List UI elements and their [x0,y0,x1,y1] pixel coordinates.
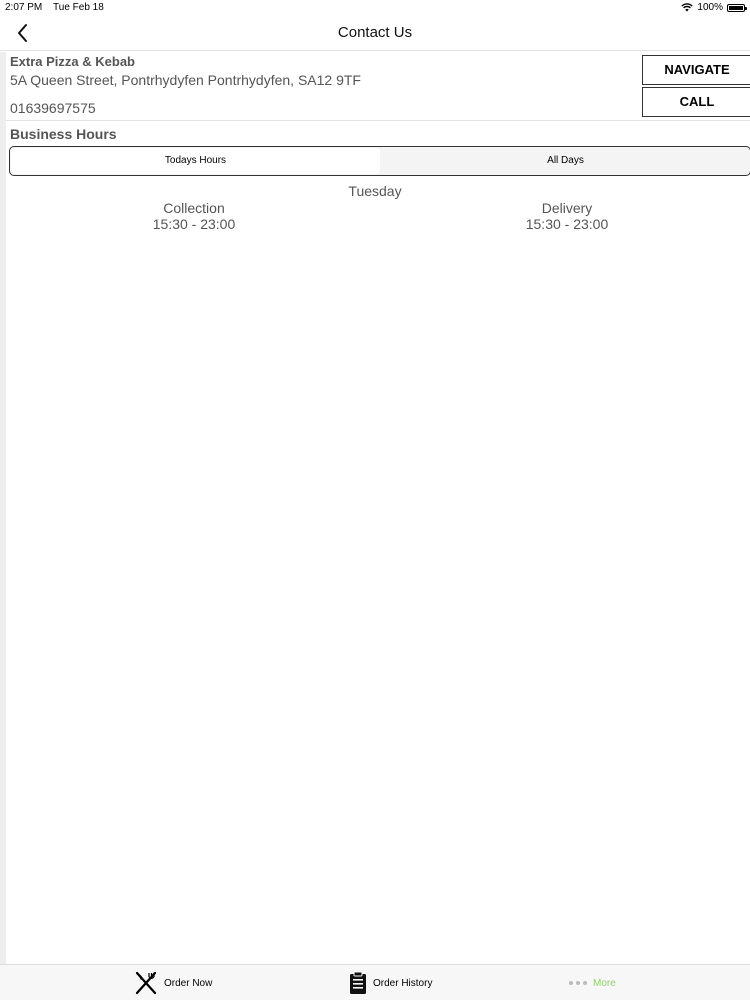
hours-segmented-control: Todays Hours All Days [9,146,750,176]
clipboard-icon [350,971,366,994]
battery-fill [729,5,743,10]
battery-icon [727,3,747,12]
status-date: Tue Feb 18 [53,2,104,13]
tab-more-label: More [593,977,616,989]
collection-time: 15:30 - 23:00 [152,216,236,232]
page-title: Contact Us [337,24,413,41]
navigate-button[interactable]: NAVIGATE [642,55,750,85]
status-bar: 2:07 PM Tue Feb 18 100% [0,0,750,16]
collection-hours: Collection 15:30 - 23:00 [94,200,294,232]
more-dots-icon [569,981,587,985]
tab-all-days[interactable]: All Days [381,147,750,175]
collection-label: Collection [163,200,225,216]
tab-order-now-label: Order Now [164,977,213,989]
fork-knife-icon [135,971,157,995]
nav-bar: Contact Us [0,16,750,51]
day-label: Tuesday [348,183,402,199]
section-divider [6,120,750,121]
tab-bar: Order Now Order History More [0,964,750,1000]
restaurant-phone[interactable]: 01639697575 [10,100,96,116]
battery-percent: 100% [697,2,723,13]
call-button[interactable]: CALL [642,87,750,117]
tab-more[interactable]: More [569,971,616,995]
delivery-time: 15:30 - 23:00 [525,216,609,232]
wifi-icon [681,3,694,12]
delivery-label: Delivery [541,200,593,216]
restaurant-name: Extra Pizza & Kebab [10,54,135,69]
tab-order-history[interactable]: Order History [349,971,432,995]
delivery-hours: Delivery 15:30 - 23:00 [467,200,667,232]
restaurant-address: 5A Queen Street, Pontrhydyfen Pontrhydyf… [10,72,361,88]
business-hours-title: Business Hours [10,126,117,142]
tab-todays-hours[interactable]: Todays Hours [11,148,380,174]
tab-order-history-label: Order History [373,977,433,989]
tab-order-now[interactable]: Order Now [134,971,212,995]
status-time: 2:07 PM [5,2,43,13]
